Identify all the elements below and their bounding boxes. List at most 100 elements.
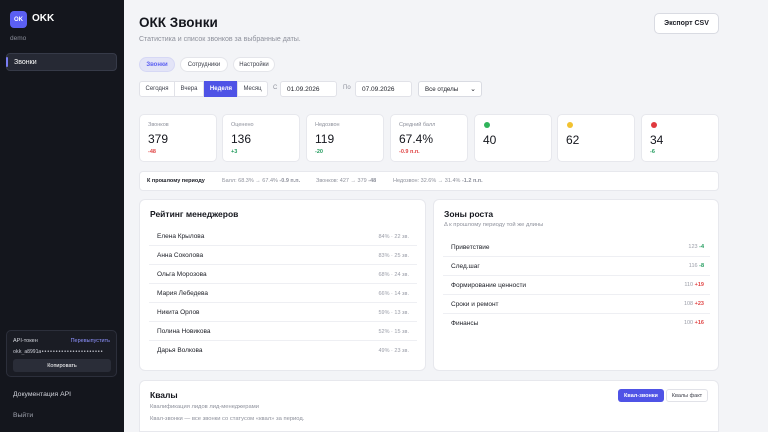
zone-stat: 108 +23 (684, 301, 704, 307)
kpi-label: Оценено (231, 122, 254, 128)
manager-row[interactable]: Дарья Волкова 49% · 23 зв. (149, 341, 417, 360)
page-title: ОКК Звонки (139, 15, 218, 30)
app-name: OKK (32, 13, 55, 24)
tab-employees[interactable]: Сотрудники (180, 57, 228, 72)
zone-stat: 123 -4 (688, 244, 704, 250)
green-dot-icon (484, 122, 490, 128)
zone-delta: -4 (699, 244, 704, 250)
manager-stat: 66% · 14 зв. (378, 291, 409, 297)
growth-zones-card: Зоны роста Δ к прошлому периоду той же д… (433, 199, 719, 371)
kpi-delta: -0.9 п.п. (399, 149, 420, 155)
zone-count: 110 (684, 282, 694, 288)
manager-name: Елена Крылова (157, 233, 205, 240)
comparison-calls: Звонков: 427 → 379 -48 (316, 178, 376, 184)
kpi-value: 379 (148, 132, 169, 146)
api-token-title: API-токен (13, 338, 38, 344)
manager-name: Полина Новикова (157, 328, 211, 335)
kvaly-card: Квалы Квалификация лидов лид-менеджерами… (139, 380, 719, 432)
tab-kval-calls[interactable]: Квал-звонки (618, 389, 664, 402)
growth-zone-row: Формирование ценности 110 +19 (443, 276, 710, 295)
comparison-missed-text: Недозвон: 32.6% → 31.4% (393, 178, 461, 184)
sidebar: OK OKK demo Звонки API-токен Перевыпусти… (0, 0, 124, 432)
comparison-score-text: Балл: 68.3% → 67.4% (222, 178, 278, 184)
tab-calls[interactable]: Звонки (139, 57, 175, 72)
score-group-value: 40 (483, 133, 497, 147)
score-group-value: 62 (566, 133, 580, 147)
kpi-label: Недозвон (315, 122, 340, 128)
zone-count: 108 (683, 301, 694, 307)
copy-token-button[interactable]: Копировать (13, 359, 111, 372)
manager-row[interactable]: Никита Орлов 59% · 13 зв. (149, 303, 417, 322)
manager-name: Дарья Волкова (157, 347, 203, 354)
logout-link[interactable]: Выйти (13, 412, 33, 419)
department-select[interactable]: Все отделы ⌄ (418, 81, 482, 97)
zone-delta: +19 (694, 282, 704, 288)
kpi-value: 119 (315, 132, 335, 146)
kpi-label: Средний балл (399, 122, 436, 128)
zone-name: След.шаг (451, 263, 480, 270)
manager-name: Мария Лебедева (157, 290, 209, 297)
kpi-value: 136 (231, 132, 252, 146)
score-group-red: 34 -6 (641, 114, 719, 162)
manager-row[interactable]: Ольга Морозова 68% · 24 зв. (149, 265, 417, 284)
kpi-card-avg-score: Средний балл 67.4% -0.9 п.п. (390, 114, 468, 162)
date-from-input[interactable]: 01.09.2026 (280, 81, 337, 97)
comparison-missed: Недозвон: 32.6% → 31.4% -1.2 п.п. (393, 178, 483, 184)
kpi-delta: -48 (148, 149, 156, 155)
regenerate-token-link[interactable]: Перевыпустить (71, 338, 110, 344)
red-dot-icon (651, 122, 657, 128)
zone-count: 100 (683, 320, 694, 326)
period-month[interactable]: Месяц (237, 81, 268, 97)
period-week[interactable]: Неделя (204, 81, 238, 97)
comparison-calls-text: Звонков: 427 → 379 (316, 178, 367, 184)
app-logo: OK (10, 11, 27, 28)
tab-kvaly-fact[interactable]: Квалы факт (666, 389, 708, 402)
account-name: demo (10, 35, 27, 42)
comparison-label: К прошлому периоду (147, 178, 205, 184)
tab-settings[interactable]: Настройки (233, 57, 275, 72)
growth-zone-row: Финансы 100 +16 (443, 314, 710, 333)
score-group-green: 40 (474, 114, 552, 162)
comparison-score-delta: -0.9 п.п. (279, 178, 301, 184)
zone-name: Сроки и ремонт (451, 301, 499, 308)
chevron-down-icon: ⌄ (470, 86, 476, 93)
comparison-calls-delta: -48 (368, 178, 377, 184)
manager-stat: 83% · 25 зв. (378, 253, 409, 259)
growth-zone-row: След.шаг 116 -8 (443, 257, 710, 276)
score-group-value: 34 (650, 133, 664, 147)
comparison-score: Балл: 68.3% → 67.4% -0.9 п.п. (222, 178, 300, 184)
yellow-dot-icon (567, 122, 573, 128)
card-title: Рейтинг менеджеров (150, 209, 239, 219)
card-title: Зоны роста (444, 209, 494, 219)
manager-row[interactable]: Полина Новикова 52% · 15 зв. (149, 322, 417, 341)
zone-delta: +23 (694, 301, 704, 307)
export-csv-button[interactable]: Экспорт CSV (654, 13, 719, 34)
manager-row[interactable]: Анна Соколова 83% · 25 зв. (149, 246, 417, 265)
card-title: Квалы (150, 390, 178, 400)
date-to-label: По (343, 85, 351, 91)
kvaly-note: Квал-звонки — все звонки со статусом «кв… (150, 416, 305, 422)
kpi-card-missed: Недозвон 119 -20 (306, 114, 384, 162)
sidebar-item-calls[interactable]: Звонки (6, 53, 117, 71)
manager-stat: 68% · 24 зв. (378, 272, 409, 278)
date-from-label: С (273, 85, 278, 91)
growth-zone-row: Сроки и ремонт 108 +23 (443, 295, 710, 314)
date-to-input[interactable]: 07.09.2026 (355, 81, 412, 97)
period-today[interactable]: Сегодня (139, 81, 175, 97)
kpi-delta: +3 (231, 149, 238, 155)
manager-name: Анна Соколова (157, 252, 204, 259)
manager-row[interactable]: Мария Лебедева 66% · 14 зв. (149, 284, 417, 303)
period-yesterday[interactable]: Вчера (174, 81, 204, 97)
kpi-value: 67.4% (399, 132, 434, 146)
comparison-missed-delta: -1.2 п.п. (461, 178, 483, 184)
manager-row[interactable]: Елена Крылова 84% · 22 зв. (149, 227, 417, 246)
zone-delta: -8 (699, 263, 704, 269)
manager-stat: 49% · 23 зв. (378, 348, 409, 354)
zone-stat: 116 -8 (689, 263, 704, 269)
zone-name: Формирование ценности (451, 282, 527, 289)
api-token-panel: API-токен Перевыпустить okk_a8991a••••••… (6, 330, 117, 377)
api-docs-link[interactable]: Документация API (13, 391, 71, 398)
department-select-value: Все отделы (425, 85, 459, 93)
period-comparison: К прошлому периоду Балл: 68.3% → 67.4% -… (139, 171, 719, 191)
manager-stat: 84% · 22 зв. (378, 234, 409, 240)
